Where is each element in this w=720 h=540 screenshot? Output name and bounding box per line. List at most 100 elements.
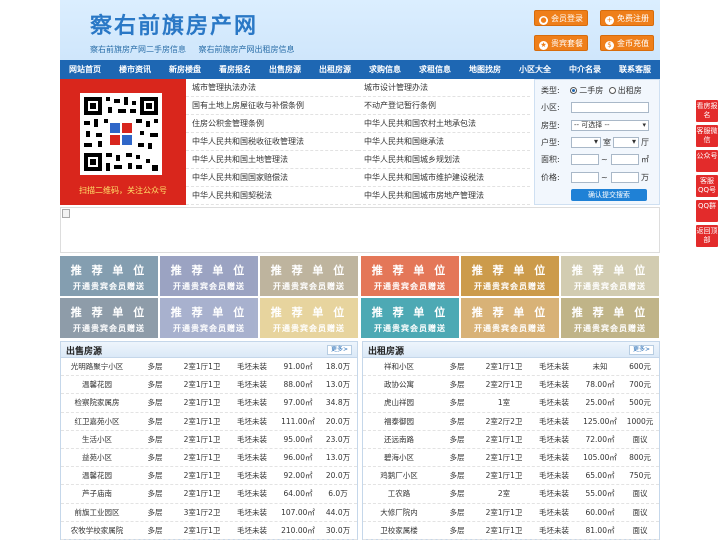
ad-tile[interactable]: 推 荐 单 位开通贵宾会员赠送 [260,256,358,296]
side-official-account[interactable]: 公众号 [696,150,718,172]
regulation-link[interactable]: 中华人民共和国农村土地承包法 [358,115,530,133]
sale-listing-row[interactable]: 光明路聚宁小区 多层 2室1厅1卫 毛坯未装 91.00㎡ 18.0万 [61,358,357,377]
radio-second-hand[interactable]: 二手房 [570,86,603,95]
nav-news[interactable]: 楼市资讯 [110,60,160,79]
rent-listing-row[interactable]: 还远南路 多层 2室1厅1卫 毛坯未装 72.00㎡ 面议 [363,431,659,449]
ad-tile[interactable]: 推 荐 单 位开通贵宾会员赠送 [361,298,459,338]
regulation-link[interactable]: 国有土地上房屋征收与补偿条例 [186,97,358,115]
hall-count-select[interactable]: ▾ [613,137,639,148]
regulation-link[interactable]: 不动产登记暂行条例 [358,97,530,115]
sale-more-link[interactable]: 更多> [326,345,352,355]
coin-recharge-button[interactable]: $ 金币充值 [600,35,654,51]
listing-community[interactable]: 温馨花园 [61,376,133,394]
room-type-select[interactable]: -- 可选择 -- ▾ [571,120,649,131]
sale-listing-row[interactable]: 益苑小区 多层 2室1厅1卫 毛坯未装 96.00㎡ 13.0万 [61,449,357,468]
listing-community[interactable]: 温馨花园 [61,467,133,485]
regulation-link[interactable]: 中华人民共和国继承法 [358,133,530,151]
sale-listing-row[interactable]: 农牧学校家属院 多层 2室1厅1卫 毛坯未装 210.00㎡ 30.0万 [61,522,357,540]
sale-listing-row[interactable]: 温馨花园 多层 2室1厅1卫 毛坯未装 88.00㎡ 13.0万 [61,376,357,395]
sale-listing-row[interactable]: 生活小区 多层 2室1厅1卫 毛坯未装 95.00㎡ 23.0万 [61,431,357,449]
listing-community[interactable]: 生活小区 [61,431,133,449]
side-qq-service[interactable]: 客服QQ号 [696,175,718,197]
price-max-input[interactable] [611,172,639,183]
ad-tile[interactable]: 推 荐 单 位开通贵宾会员赠送 [60,298,158,338]
rent-listing-row[interactable]: 卫校家属楼 多层 2室1厅1卫 毛坯未装 81.00㎡ 面议 [363,522,659,540]
listing-community[interactable]: 光明路聚宁小区 [61,358,133,376]
ad-tile[interactable]: 推 荐 单 位开通贵宾会员赠送 [561,298,659,338]
listing-community[interactable]: 大修厂院内 [363,504,435,522]
regulation-link[interactable]: 中华人民共和国城市维护建设税法 [358,169,530,187]
nav-home[interactable]: 网站首页 [60,60,110,79]
sub-link-rent[interactable]: 察右前旗房产网出租房信息 [199,45,295,54]
community-input[interactable] [571,102,649,113]
nav-contact[interactable]: 联系客服 [610,60,660,79]
listing-community[interactable]: 福泰御园 [363,413,435,431]
listing-community[interactable]: 工农路 [363,485,435,503]
side-qq-group[interactable]: QQ群 [696,200,718,222]
radio-rental[interactable]: 出租房 [608,86,642,95]
rent-listing-row[interactable]: 福泰御园 多层 2室2厅2卫 毛坯未装 125.00㎡ 1000元 [363,413,659,431]
listing-community[interactable]: 卫校家属楼 [363,522,435,540]
regulation-link[interactable]: 中华人民共和国土地管理法 [186,151,358,169]
listing-community[interactable]: 碧海小区 [363,449,435,467]
listing-community[interactable]: 鸡鹅厂小区 [363,467,435,485]
rent-listing-row[interactable]: 碧海小区 多层 2室1厅1卫 毛坯未装 105.00㎡ 800元 [363,449,659,468]
sub-link-sale[interactable]: 察右前旗房产网二手房信息 [90,45,186,54]
side-viewing-signup[interactable]: 看房报名 [696,100,718,122]
area-max-input[interactable] [611,154,639,165]
sale-listing-row[interactable]: 芦子庙南 多层 2室1厅1卫 毛坯未装 64.00㎡ 6.0万 [61,485,357,504]
rent-listing-row[interactable]: 祥和小区 多层 2室1厅1卫 毛坯未装 未知 600元 [363,358,659,377]
nav-new-homes[interactable]: 新房楼盘 [160,60,210,79]
nav-for-rent[interactable]: 出租房源 [310,60,360,79]
sale-listing-row[interactable]: 温馨花园 多层 2室1厅1卫 毛坯未装 92.00㎡ 20.0万 [61,467,357,486]
ad-tile[interactable]: 推 荐 单 位开通贵宾会员赠送 [461,256,559,296]
ad-tile[interactable]: 推 荐 单 位开通贵宾会员赠送 [60,256,158,296]
ad-tile[interactable]: 推 荐 单 位开通贵宾会员赠送 [461,298,559,338]
sale-listing-row[interactable]: 前旗工业园区 多层 3室1厅2卫 毛坯未装 107.00㎡ 44.0万 [61,504,357,522]
nav-viewing-signup[interactable]: 看房报名 [210,60,260,79]
ad-tile[interactable]: 推 荐 单 位开通贵宾会员赠送 [260,298,358,338]
nav-for-sale[interactable]: 出售房源 [260,60,310,79]
ad-tile[interactable]: 推 荐 单 位开通贵宾会员赠送 [561,256,659,296]
regulation-link[interactable]: 中华人民共和国国家赔偿法 [186,169,358,187]
regulation-link[interactable]: 中华人民共和国城乡规划法 [358,151,530,169]
login-button[interactable]: ● 会员登录 [534,10,588,26]
nav-map-search[interactable]: 地图找房 [460,60,510,79]
side-wechat-service[interactable]: 客服微信 [696,125,718,147]
regulation-link[interactable]: 住房公积金管理条例 [186,115,358,133]
side-back-to-top[interactable]: 返回顶部 [696,225,718,247]
search-submit-button[interactable]: 确认提交搜索 [571,189,647,201]
regulation-link[interactable]: 中华人民共和国城市房地产管理法 [358,187,530,205]
listing-community[interactable]: 芦子庙南 [61,485,133,503]
regulation-link[interactable]: 中华人民共和国税收征收管理法 [186,133,358,151]
listing-community[interactable]: 政协公寓 [363,376,435,394]
regulation-link[interactable]: 中华人民共和国契税法 [186,187,358,205]
sale-listing-row[interactable]: 红卫嘉苑小区 多层 2室1厅1卫 毛坯未装 111.00㎡ 20.0万 [61,413,357,431]
rent-listing-row[interactable]: 工农路 多层 2室 毛坯未装 55.00㎡ 面议 [363,485,659,504]
listing-community[interactable]: 农牧学校家属院 [61,522,133,540]
ad-tile[interactable]: 推 荐 单 位开通贵宾会员赠送 [160,298,258,338]
area-min-input[interactable] [571,154,599,165]
room-count-select[interactable]: ▾ [571,137,601,148]
listing-community[interactable]: 前旗工业园区 [61,504,133,522]
listing-community[interactable]: 虎山祥园 [363,394,435,412]
listing-community[interactable]: 红卫嘉苑小区 [61,413,133,431]
regulation-link[interactable]: 城市设计管理办法 [358,79,530,97]
rent-listing-row[interactable]: 政协公寓 多层 2室2厅1卫 毛坯未装 78.00㎡ 700元 [363,376,659,395]
ad-tile[interactable]: 推 荐 单 位开通贵宾会员赠送 [160,256,258,296]
rent-listing-row[interactable]: 鸡鹅厂小区 多层 2室1厅1卫 毛坯未装 65.00㎡ 750元 [363,467,659,486]
listing-community[interactable]: 祥和小区 [363,358,435,376]
rent-listing-row[interactable]: 大修厂院内 多层 2室1厅1卫 毛坯未装 60.00㎡ 面议 [363,504,659,522]
register-button[interactable]: + 免费注册 [600,10,654,26]
ad-tile[interactable]: 推 荐 单 位开通贵宾会员赠送 [361,256,459,296]
nav-communities[interactable]: 小区大全 [510,60,560,79]
rent-listing-row[interactable]: 虎山祥园 多层 1室 毛坯未装 25.00㎡ 500元 [363,394,659,413]
listing-community[interactable]: 检察院家属房 [61,394,133,412]
nav-wanted-buy[interactable]: 求购信息 [360,60,410,79]
regulation-link[interactable]: 城市管理执法办法 [186,79,358,97]
sale-listing-row[interactable]: 检察院家属房 多层 2室1厅1卫 毛坯未装 97.00㎡ 34.8万 [61,394,357,413]
listing-community[interactable]: 益苑小区 [61,449,133,467]
price-min-input[interactable] [571,172,599,183]
rent-more-link[interactable]: 更多> [628,345,654,355]
banner-image[interactable] [60,207,660,253]
